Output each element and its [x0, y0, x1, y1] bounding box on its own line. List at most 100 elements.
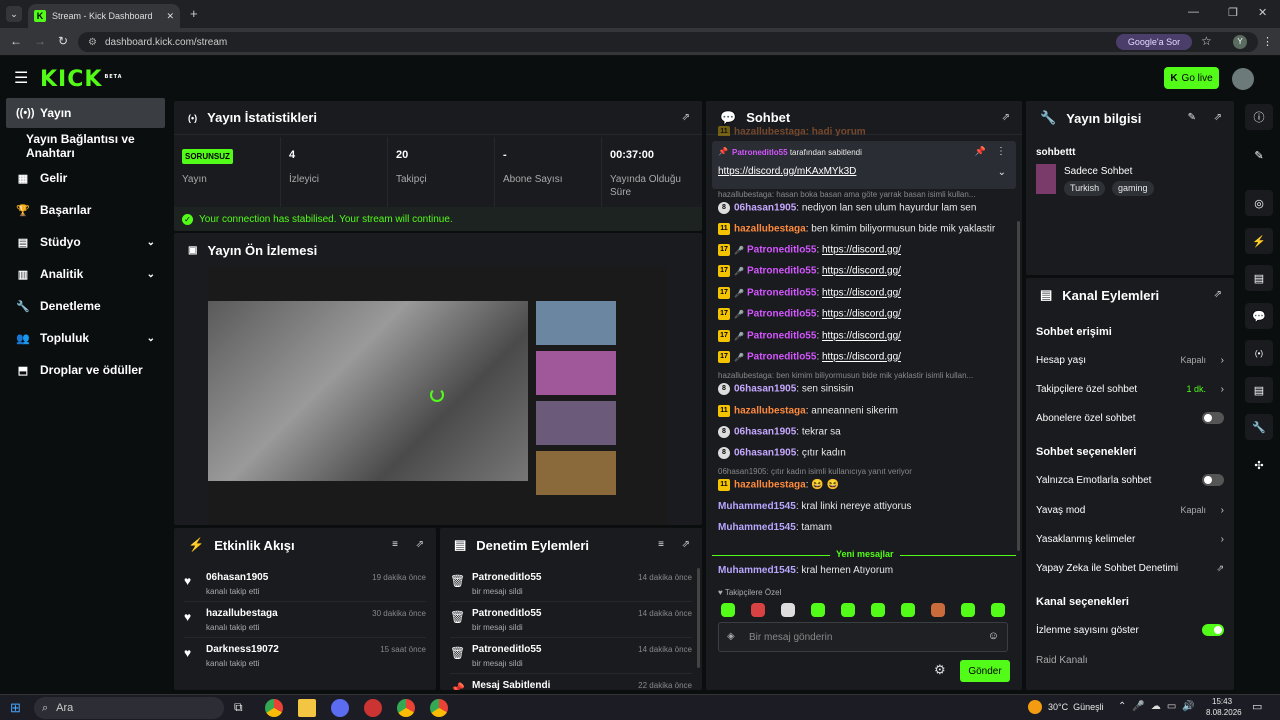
- app-icon[interactable]: [364, 699, 382, 717]
- document-icon[interactable]: ▤: [1245, 265, 1273, 291]
- clock-date[interactable]: 8.08.2026: [1206, 708, 1242, 717]
- wrench-icon[interactable]: 🔧: [1245, 414, 1273, 440]
- pinned-message[interactable]: 📌 Patroneditlo55 tarafından sabitlendi 📌…: [712, 141, 1016, 189]
- browser-tab[interactable]: K Stream - Kick Dashboard ✕: [28, 4, 180, 28]
- emoji-icon[interactable]: ☺: [988, 630, 999, 642]
- layout-icon[interactable]: ✣: [1245, 452, 1273, 478]
- activity-user[interactable]: hazallubestaga: [206, 608, 278, 619]
- notification-icon[interactable]: ▭: [1252, 700, 1262, 713]
- sidebar-item-stream-key[interactable]: Yayın Bağlantısı ve Anahtarı: [6, 131, 165, 161]
- chat-settings-icon[interactable]: ⚙: [934, 662, 946, 678]
- chat-username[interactable]: Patroneditlo55: [747, 245, 816, 256]
- subs-chat-toggle[interactable]: [1202, 412, 1224, 424]
- chat-username[interactable]: 06hasan1905: [734, 448, 796, 459]
- chat-username[interactable]: Patroneditlo55: [747, 331, 816, 342]
- chat-bubble-icon[interactable]: 💬: [1245, 303, 1273, 329]
- chrome-taskbar-icon[interactable]: [430, 699, 448, 717]
- back-icon[interactable]: ←: [10, 34, 22, 48]
- chat-text[interactable]: https://discord.gg/: [822, 331, 901, 342]
- chat-username[interactable]: 06hasan1905: [734, 427, 796, 438]
- sidebar-item-studyo[interactable]: ▤ Stüdyo ⌄: [6, 227, 165, 257]
- google-ask-button[interactable]: Google'a Sor: [1116, 34, 1192, 50]
- sidebar-item-denetleme[interactable]: 🔧 Denetleme: [6, 291, 165, 321]
- send-button[interactable]: Gönder: [960, 660, 1010, 682]
- info-icon[interactable]: ⓘ: [1245, 104, 1273, 130]
- unpin-icon[interactable]: 📌: [975, 146, 986, 157]
- popout-icon[interactable]: ⇗: [682, 539, 690, 550]
- filter-icon[interactable]: ≡: [658, 539, 664, 550]
- chat-username[interactable]: 06hasan1905: [734, 384, 796, 395]
- windows-start-icon[interactable]: ⊞: [10, 700, 21, 716]
- chat-text[interactable]: https://discord.gg/: [822, 352, 901, 363]
- show-views-toggle[interactable]: [1202, 624, 1224, 636]
- bolt-icon[interactable]: ⚡: [1245, 228, 1273, 254]
- chat-username[interactable]: hazallubestaga: [734, 224, 806, 235]
- sidebar-item-basarilar[interactable]: 🏆 Başarılar: [6, 195, 165, 225]
- emote-icon[interactable]: [871, 603, 885, 617]
- chat-username[interactable]: Patroneditlo55: [747, 288, 816, 299]
- edit-icon[interactable]: ✎: [1245, 142, 1273, 168]
- minimize-button[interactable]: —: [1188, 6, 1199, 18]
- kick-logo[interactable]: KICK BETA: [40, 67, 123, 92]
- profile-avatar[interactable]: Y: [1233, 35, 1247, 49]
- tag-chip[interactable]: gaming: [1112, 181, 1154, 196]
- popout-icon[interactable]: ⇗: [416, 539, 424, 550]
- taskbar-search[interactable]: ⌕ Ara: [34, 697, 224, 719]
- tray-icons[interactable]: ⌃🎤☁▭🔊: [1118, 701, 1201, 712]
- raid-row[interactable]: Raid Kanalı: [1036, 650, 1224, 670]
- moderation-user[interactable]: Patroneditlo55: [472, 608, 541, 619]
- followers-chat-row[interactable]: Takipçilere özel sohbet 1 dk. ›: [1036, 379, 1224, 399]
- chat-username[interactable]: Patroneditlo55: [747, 309, 816, 320]
- sidebar-item-analitik[interactable]: ▥ Analitik ⌄: [6, 259, 165, 289]
- chat-input[interactable]: ◈ Bir mesaj gönderin ☺: [718, 622, 1008, 652]
- tab-list-button[interactable]: ⌄: [6, 6, 22, 22]
- chat-username[interactable]: Patroneditlo55: [747, 266, 816, 277]
- emote-icon[interactable]: [901, 603, 915, 617]
- popout-icon[interactable]: ⇗: [1214, 112, 1222, 123]
- chat-username[interactable]: Patroneditlo55: [747, 352, 816, 363]
- banned-words-row[interactable]: Yasaklanmış kelimeler ›: [1036, 529, 1224, 549]
- popout-icon[interactable]: ⇗: [682, 112, 690, 123]
- chat-username[interactable]: Muhammed1545: [718, 522, 796, 533]
- broadcast-icon[interactable]: (•): [1245, 340, 1273, 366]
- chat-username[interactable]: Muhammed1545: [718, 501, 796, 512]
- chat-username[interactable]: hazallubestaga: [734, 406, 806, 417]
- chat-username[interactable]: hazallubestaga: [734, 480, 806, 491]
- reload-icon[interactable]: ↻: [58, 34, 68, 48]
- emote-icon[interactable]: [931, 603, 945, 617]
- maximize-button[interactable]: ❐: [1228, 6, 1238, 19]
- emote-icon[interactable]: [751, 603, 765, 617]
- category-name[interactable]: Sadece Sohbet: [1064, 166, 1132, 177]
- tag-chip[interactable]: Turkish: [1064, 181, 1106, 196]
- moderation-user[interactable]: Patroneditlo55: [472, 644, 541, 655]
- emote-icon[interactable]: [721, 603, 735, 617]
- task-view-icon[interactable]: ⧉: [234, 700, 243, 715]
- sidebar-item-yayin[interactable]: ((•)) Yayın: [6, 98, 165, 128]
- slow-mode-row[interactable]: Yavaş mod Kapalı ›: [1036, 500, 1224, 520]
- app-icon[interactable]: [331, 699, 349, 717]
- emote-icon[interactable]: [991, 603, 1005, 617]
- new-tab-button[interactable]: +: [190, 6, 198, 21]
- sidebar-item-topluluk[interactable]: 👥 Topluluk ⌄: [6, 323, 165, 353]
- emote-icon[interactable]: [781, 603, 795, 617]
- emote-icon[interactable]: [961, 603, 975, 617]
- file-explorer-icon[interactable]: [298, 699, 316, 717]
- ai-mod-row[interactable]: Yapay Zeka ile Sohbet Denetimi ⇗: [1036, 558, 1224, 578]
- chat-text[interactable]: https://discord.gg/: [822, 309, 901, 320]
- popout-icon[interactable]: ⇗: [1214, 289, 1222, 300]
- filter-icon[interactable]: ≡: [392, 539, 398, 550]
- pinned-by-user[interactable]: Patroneditlo55: [732, 148, 788, 157]
- chevron-down-icon[interactable]: ⌄: [998, 167, 1006, 178]
- chat-text[interactable]: https://discord.gg/: [822, 288, 901, 299]
- chat-username[interactable]: Muhammed1545: [718, 565, 796, 576]
- site-info-icon[interactable]: ⚙: [88, 37, 97, 48]
- chat-text[interactable]: https://discord.gg/: [822, 245, 901, 256]
- browser-menu-icon[interactable]: ⋮: [1262, 35, 1273, 48]
- emote-only-toggle[interactable]: [1202, 474, 1224, 486]
- sidebar-item-droplar[interactable]: ⬒ Droplar ve ödüller: [6, 355, 165, 385]
- popout-icon[interactable]: ⇗: [1002, 112, 1010, 123]
- chrome-taskbar-icon[interactable]: [265, 699, 283, 717]
- pinned-menu-icon[interactable]: ⋮: [996, 146, 1006, 157]
- forward-icon[interactable]: →: [34, 34, 46, 48]
- bookmark-star-icon[interactable]: ☆: [1201, 34, 1212, 48]
